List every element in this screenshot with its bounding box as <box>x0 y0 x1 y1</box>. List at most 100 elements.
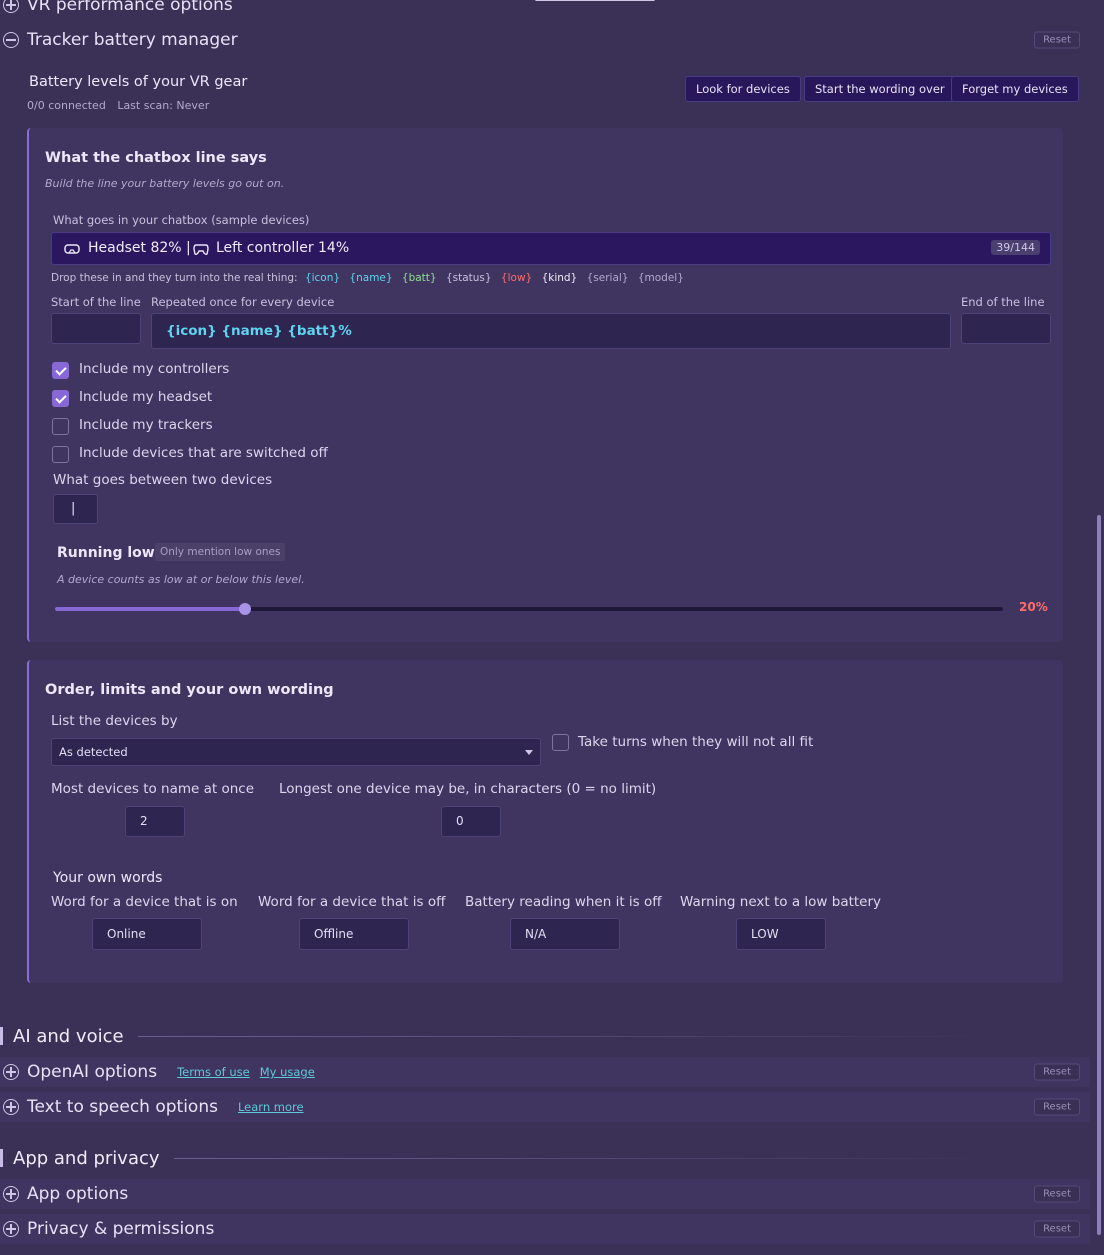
section-tracker-battery[interactable]: Tracker battery manager Reset <box>0 25 1090 55</box>
end-of-line-input[interactable] <box>961 313 1051 344</box>
expand-icon <box>3 1186 19 1202</box>
reset-button[interactable]: Reset <box>1034 1098 1080 1116</box>
reset-button[interactable]: Reset <box>1034 31 1080 49</box>
list-by-label: List the devices by <box>51 713 178 729</box>
include-trackers-checkbox[interactable] <box>52 418 69 435</box>
token[interactable]: {model} <box>638 272 684 284</box>
token[interactable]: {kind} <box>542 272 578 284</box>
token[interactable]: {icon} <box>305 272 340 284</box>
group-title: AI and voice <box>13 1025 124 1047</box>
take-turns-label: Take turns when they will not all fit <box>578 734 814 750</box>
list-by-value: As detected <box>59 745 128 759</box>
repeat-template-input[interactable]: {icon} {name} {batt}% <box>151 313 951 349</box>
collapse-icon <box>3 32 19 48</box>
slider-thumb[interactable] <box>238 603 251 615</box>
scroll-indicator <box>535 0 655 1</box>
include-headset-label: Include my headset <box>79 389 213 405</box>
preview-label: What goes in your chatbox (sample device… <box>53 213 310 227</box>
terms-of-use-link[interactable]: Terms of use <box>177 1065 250 1079</box>
group-marker <box>0 1027 3 1045</box>
section-privacy[interactable]: Privacy & permissions Reset <box>0 1214 1090 1244</box>
expand-icon <box>3 1221 19 1237</box>
headset-icon <box>64 244 80 254</box>
group-divider <box>137 1035 1000 1037</box>
group-marker <box>0 1149 3 1167</box>
last-scan: Last scan: Never <box>117 99 210 112</box>
longest-value: 0 <box>456 814 464 828</box>
forget-devices-button[interactable]: Forget my devices <box>951 76 1079 102</box>
card-title: Order, limits and your own wording <box>45 682 334 698</box>
warning-input[interactable]: LOW <box>736 918 826 950</box>
warning-label: Warning next to a low battery <box>680 894 882 910</box>
reading-off-label: Battery reading when it is off <box>465 894 662 910</box>
longest-label: Longest one device may be, in characters… <box>279 781 657 797</box>
start-of-line-input[interactable] <box>51 313 141 344</box>
scrollbar[interactable] <box>1097 515 1101 1235</box>
slider-fill <box>55 607 245 611</box>
include-controllers-checkbox[interactable] <box>52 362 69 379</box>
learn-more-link[interactable]: Learn more <box>238 1100 304 1114</box>
low-only-badge[interactable]: Only mention low ones <box>155 543 286 561</box>
low-threshold-value: 20% <box>1019 600 1048 614</box>
section-tts[interactable]: Text to speech options Learn more Reset <box>0 1092 1090 1122</box>
longest-input[interactable]: 0 <box>441 806 501 837</box>
word-on-label: Word for a device that is on <box>51 894 238 910</box>
section-title: Privacy & permissions <box>27 1219 215 1239</box>
controller-icon <box>193 244 209 256</box>
char-count-badge: 39/144 <box>991 240 1040 255</box>
token[interactable]: {name} <box>349 272 392 284</box>
section-title: Tracker battery manager <box>27 30 238 50</box>
card-subtitle: Build the line your battery levels go ou… <box>45 177 285 190</box>
order-card: Order, limits and your own wording List … <box>27 660 1063 983</box>
token[interactable]: {low} <box>501 272 532 284</box>
most-devices-value: 2 <box>140 814 148 828</box>
token[interactable]: {status} <box>446 272 492 284</box>
start-wording-over-button[interactable]: Start the wording over <box>804 76 956 102</box>
section-title: App options <box>27 1184 129 1204</box>
word-off-label: Word for a device that is off <box>258 894 446 910</box>
group-ai-voice: AI and voice <box>0 1022 1000 1050</box>
group-title: App and privacy <box>13 1147 160 1169</box>
connection-status: 0/0 connected Last scan: Never <box>27 99 209 112</box>
start-label: Start of the line <box>51 295 141 309</box>
battery-heading: Battery levels of your VR gear <box>29 74 248 90</box>
take-turns-checkbox[interactable] <box>552 734 569 751</box>
section-title: VR performance options <box>27 0 233 15</box>
token-intro: Drop these in and they turn into the rea… <box>51 272 298 284</box>
low-threshold-slider[interactable] <box>55 603 1003 615</box>
expand-icon <box>3 0 19 13</box>
chevron-down-icon <box>525 750 533 755</box>
token[interactable]: {serial} <box>587 272 629 284</box>
most-devices-input[interactable]: 2 <box>125 806 185 837</box>
include-controllers-label: Include my controllers <box>79 361 230 377</box>
include-off-devices-checkbox[interactable] <box>52 446 69 463</box>
section-app-options[interactable]: App options Reset <box>0 1179 1090 1209</box>
reading-off-input[interactable]: N/A <box>510 918 620 950</box>
connected-count: 0/0 connected <box>27 99 106 112</box>
card-title: What the chatbox line says <box>45 150 267 166</box>
section-openai[interactable]: OpenAI options Terms of use My usage Res… <box>0 1057 1090 1087</box>
look-for-devices-button[interactable]: Look for devices <box>685 76 801 102</box>
preview-controller-text: Left controller 14% <box>216 240 350 256</box>
separator-value: | <box>71 501 76 516</box>
reset-button[interactable]: Reset <box>1034 1185 1080 1203</box>
word-on-input[interactable]: Online <box>92 918 202 950</box>
group-app-privacy: App and privacy <box>0 1144 1000 1172</box>
chatbox-preview: Headset 82% | Left controller 14% 39/144 <box>51 232 1051 265</box>
include-headset-checkbox[interactable] <box>52 390 69 407</box>
reset-button[interactable]: Reset <box>1034 1063 1080 1081</box>
token[interactable]: {batt} <box>402 272 437 284</box>
reset-button[interactable]: Reset <box>1034 1220 1080 1238</box>
list-by-select[interactable]: As detected <box>51 738 541 766</box>
section-title: OpenAI options <box>27 1062 158 1082</box>
word-off-input[interactable]: Offline <box>299 918 409 950</box>
my-usage-link[interactable]: My usage <box>260 1065 315 1079</box>
most-devices-label: Most devices to name at once <box>51 781 255 797</box>
reading-off-value: N/A <box>525 927 547 941</box>
running-low-hint: A device counts as low at or below this … <box>57 573 305 586</box>
repeat-template-value: {icon} {name} {batt}% <box>166 323 352 339</box>
separator-label: What goes between two devices <box>53 472 273 488</box>
section-vr-performance[interactable]: VR performance options <box>0 0 1090 20</box>
separator-input[interactable]: | <box>53 494 98 524</box>
include-trackers-label: Include my trackers <box>79 417 213 433</box>
